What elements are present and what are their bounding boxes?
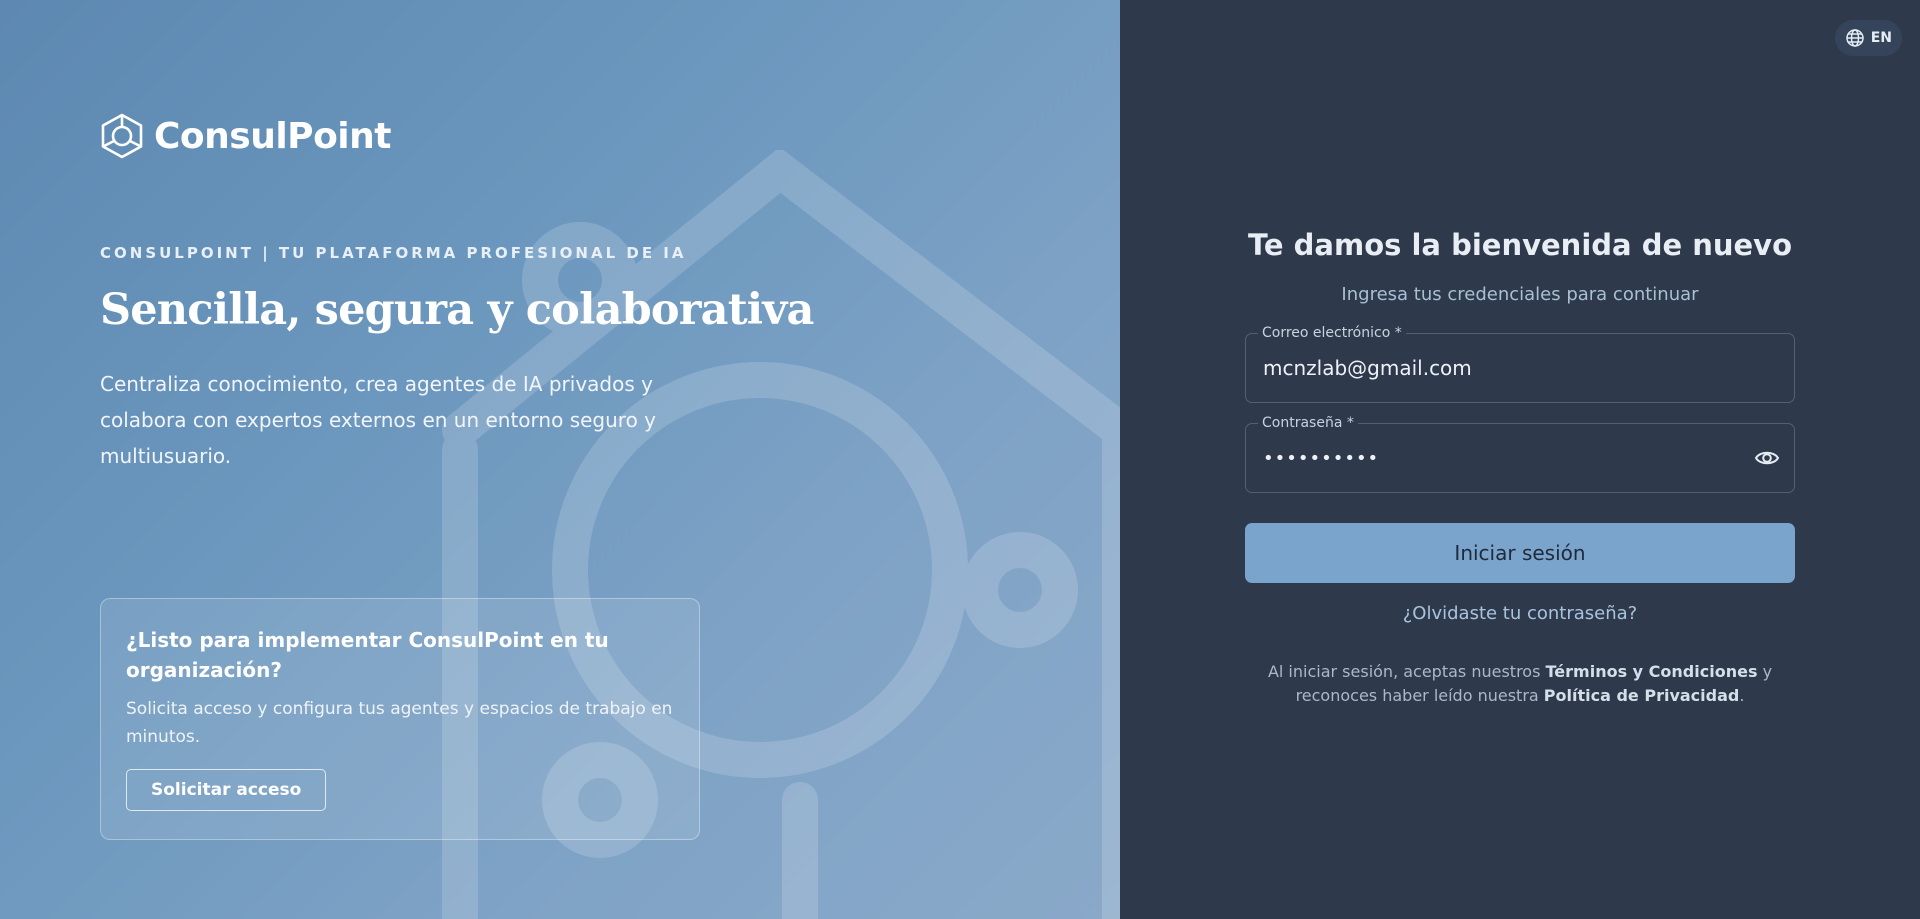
brand-logo[interactable]: ConsulPoint — [100, 113, 391, 159]
forgot-password-link[interactable]: ¿Olvidaste tu contraseña? — [1245, 603, 1795, 624]
legal-notice: Al iniciar sesión, aceptas nuestros Térm… — [1245, 660, 1795, 708]
marketing-panel: ConsulPoint CONSULPOINT | TU PLATAFORMA … — [0, 0, 1120, 919]
hexagon-logo-icon — [101, 113, 143, 159]
hero-eyebrow: CONSULPOINT | TU PLATAFORMA PROFESIONAL … — [100, 244, 687, 262]
legal-suffix: . — [1739, 686, 1745, 705]
login-title: Te damos la bienvenida de nuevo — [1247, 228, 1793, 262]
request-access-button[interactable]: Solicitar acceso — [126, 769, 327, 811]
language-code: EN — [1870, 30, 1892, 46]
login-form: Te damos la bienvenida de nuevo Ingresa … — [1245, 228, 1795, 708]
eye-icon[interactable] — [1754, 447, 1780, 469]
sign-in-button[interactable]: Iniciar sesión — [1245, 523, 1795, 583]
brand-name: ConsulPoint — [154, 115, 391, 157]
cta-description: Solicita acceso y configura tus agentes … — [126, 699, 673, 747]
login-panel: EN Te damos la bienvenida de nuevo Ingre… — [1120, 0, 1920, 919]
globe-icon — [1845, 29, 1864, 47]
password-label: Contraseña * — [1258, 414, 1358, 432]
email-field[interactable]: Correo electrónico * — [1245, 324, 1795, 403]
terms-link[interactable]: Términos y Condiciones — [1546, 662, 1758, 681]
hero-headline: Sencilla, segura y colaborativa — [100, 285, 814, 335]
language-selector[interactable]: EN — [1834, 20, 1902, 56]
privacy-link[interactable]: Política de Privacidad — [1544, 686, 1740, 705]
login-subtitle: Ingresa tus credenciales para continuar — [1341, 284, 1699, 305]
legal-prefix: Al iniciar sesión, aceptas nuestros — [1267, 662, 1541, 681]
hero-intro: Centraliza conocimiento, crea agentes de… — [100, 372, 656, 468]
email-input[interactable] — [1246, 334, 1794, 402]
access-request-card: ¿Listo para implementar ConsulPoint en t… — [100, 598, 700, 840]
password-input[interactable]: •••••••••• — [1263, 448, 1379, 469]
cta-title: ¿Listo para implementar ConsulPoint en t… — [126, 628, 609, 682]
password-field[interactable]: Contraseña * •••••••••• — [1245, 414, 1795, 493]
